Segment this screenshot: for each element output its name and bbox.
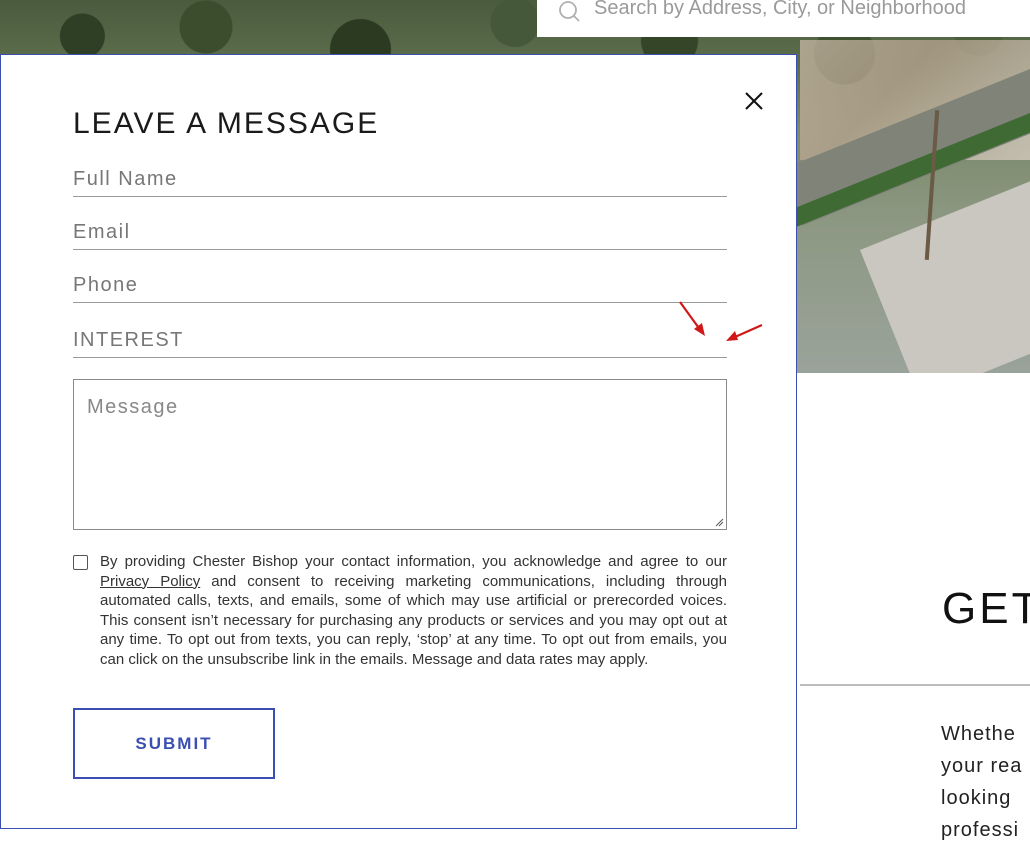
paragraph-line: your rea [941,755,1023,777]
full-name-field[interactable] [73,163,727,197]
submit-button[interactable]: SUBMIT [73,708,275,779]
resize-grip-icon[interactable] [714,517,724,527]
consent-checkbox[interactable] [73,555,88,570]
section-paragraph: Whethe your rea looking professi [941,718,1030,846]
full-name-input[interactable] [73,163,727,196]
section-divider [800,684,1030,686]
email-field[interactable] [73,216,727,250]
message-field[interactable] [73,379,727,530]
phone-field[interactable] [73,269,727,303]
close-icon[interactable] [742,89,766,113]
search-input[interactable]: Search by Address, City, or Neighborhood [594,0,966,20]
consent-text-start: By providing Chester Bishop your contact… [100,553,727,570]
consent-text: By providing Chester Bishop your contact… [100,552,727,669]
annotation-arrows-icon [679,301,763,341]
message-textarea[interactable] [74,380,726,529]
modal-title: LEAVE A MESSAGE [73,107,380,140]
phone-input[interactable] [73,269,727,302]
leave-message-modal: LEAVE A MESSAGE INTEREST By providing Ch… [0,54,797,829]
email-input[interactable] [73,216,727,249]
interest-select-label: INTEREST [73,329,184,351]
interest-select[interactable]: INTEREST [73,323,727,358]
page: Search by Address, City, or Neighborhood… [0,0,1030,855]
property-search-bar[interactable]: Search by Address, City, or Neighborhood [537,0,1030,37]
paragraph-line: professi [941,819,1020,841]
section-heading: GET [942,584,1030,633]
paragraph-line: looking [941,787,1012,809]
privacy-policy-link[interactable]: Privacy Policy [100,573,200,590]
submit-button-label: SUBMIT [135,734,213,753]
search-icon [559,1,580,22]
paragraph-line: Whethe [941,723,1016,745]
